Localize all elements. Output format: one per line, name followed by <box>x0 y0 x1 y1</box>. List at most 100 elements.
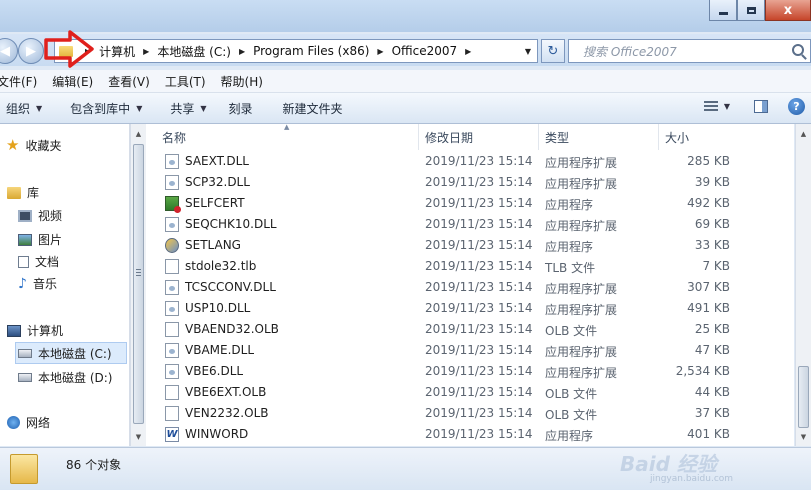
refresh-button[interactable]: ↻ <box>541 39 565 63</box>
file-type: OLB 文件 <box>545 324 598 338</box>
column-header-size[interactable]: 大小 <box>659 124 779 150</box>
help-icon[interactable]: ? <box>788 98 805 115</box>
scroll-down-icon[interactable]: ▼ <box>796 429 811 445</box>
minimize-icon <box>718 11 728 15</box>
search-input[interactable]: 搜索 Office2007 <box>568 39 811 63</box>
file-row[interactable]: USP10.DLL 2019/11/23 15:14 应用程序扩展 491 KB <box>146 298 794 319</box>
organize-button[interactable]: 组织 ▼ <box>6 100 42 117</box>
include-in-library-button[interactable]: 包含到库中 ▼ <box>70 100 142 117</box>
scroll-up-icon[interactable]: ▲ <box>796 126 811 142</box>
navigation-pane: ★ 收藏夹 库 视频 图片 文档 ♪ 音乐 计算机 本地磁盘 (C:) 本地磁盘 (… <box>0 124 130 446</box>
file-date: 2019/11/23 15:14 <box>425 238 533 252</box>
column-date-label: 修改日期 <box>425 130 474 145</box>
minimize-button[interactable] <box>709 0 737 21</box>
breadcrumb-program-files[interactable]: Program Files (x86) <box>253 44 369 58</box>
file-size: 44 KB <box>694 385 730 399</box>
dll-icon <box>165 343 179 358</box>
menu-file[interactable]: 文件(F) <box>0 73 37 90</box>
address-bar[interactable]: ▶ 计算机 ▶ 本地磁盘 (C:) ▶ Program Files (x86) … <box>54 39 538 63</box>
menu-view[interactable]: 查看(V) <box>108 73 150 90</box>
breadcrumb-drive-c[interactable]: 本地磁盘 (C:) <box>157 43 231 60</box>
menu-bar: 文件(F) 编辑(E) 查看(V) 工具(T) 帮助(H) <box>0 70 811 93</box>
close-icon: x <box>783 2 793 18</box>
nav-libraries[interactable]: 库 <box>7 184 39 201</box>
file-type: 应用程序扩展 <box>545 156 618 170</box>
view-options-icon[interactable] <box>703 100 718 113</box>
file-row[interactable]: VEN2232.OLB 2019/11/23 15:14 OLB 文件 37 KB <box>146 403 794 424</box>
maximize-button[interactable] <box>737 0 765 21</box>
file-row[interactable]: SELFCERT 2019/11/23 15:14 应用程序 492 KB <box>146 193 794 214</box>
file-list-scrollbar[interactable]: ▲ ▼ <box>795 124 811 446</box>
chevron-down-icon: ▼ <box>136 103 143 113</box>
menu-tools[interactable]: 工具(T) <box>165 73 206 90</box>
file-row[interactable]: SEQCHK10.DLL 2019/11/23 15:14 应用程序扩展 69 KB <box>146 214 794 235</box>
chevron-down-icon[interactable]: ▼ <box>724 102 730 111</box>
close-button[interactable]: x <box>765 0 811 21</box>
scroll-up-icon[interactable]: ▲ <box>131 126 146 142</box>
column-header-type[interactable]: 类型 <box>539 124 659 150</box>
nav-drive-d[interactable]: 本地磁盘 (D:) <box>18 369 112 386</box>
file-row[interactable]: VBAME.DLL 2019/11/23 15:14 应用程序扩展 47 KB <box>146 340 794 361</box>
file-row[interactable]: VBAEND32.OLB 2019/11/23 15:14 OLB 文件 25 KB <box>146 319 794 340</box>
nav-documents[interactable]: 文档 <box>18 253 59 270</box>
maximize-icon <box>746 6 756 14</box>
new-folder-label: 新建文件夹 <box>282 101 343 116</box>
nav-music[interactable]: ♪ 音乐 <box>18 275 57 292</box>
chevron-right-icon[interactable]: ▶ <box>465 47 471 56</box>
library-icon <box>7 186 21 199</box>
music-icon: ♪ <box>18 275 27 292</box>
file-size: 69 KB <box>694 217 730 231</box>
file-type: 应用程序扩展 <box>545 345 618 359</box>
file-size: 401 KB <box>687 427 730 441</box>
file-row[interactable]: SAEXT.DLL 2019/11/23 15:14 应用程序扩展 285 KB <box>146 151 794 172</box>
chevron-down-icon: ▼ <box>524 46 532 56</box>
file-row[interactable]: stdole32.tlb 2019/11/23 15:14 TLB 文件 7 KB <box>146 256 794 277</box>
navigation-bar: ◀ ▶ ▶ 计算机 ▶ 本地磁盘 (C:) ▶ Program Files (x… <box>0 34 811 66</box>
nav-favorites[interactable]: ★ 收藏夹 <box>6 137 61 154</box>
column-header-date[interactable]: 修改日期 <box>419 124 539 150</box>
file-row[interactable]: SCP32.DLL 2019/11/23 15:14 应用程序扩展 39 KB <box>146 172 794 193</box>
nav-computer[interactable]: 计算机 <box>7 322 63 339</box>
file-date: 2019/11/23 15:14 <box>425 385 533 399</box>
new-folder-button[interactable]: 新建文件夹 <box>283 100 343 117</box>
preview-pane-icon[interactable] <box>754 100 768 113</box>
chevron-right-icon[interactable]: ▶ <box>143 47 149 56</box>
file-type: 应用程序扩展 <box>545 219 618 233</box>
menu-help[interactable]: 帮助(H) <box>221 73 263 90</box>
search-icon[interactable] <box>792 44 804 56</box>
navigation-scrollbar[interactable]: ▲ ▼ <box>130 124 146 446</box>
file-row[interactable]: TCSCCONV.DLL 2019/11/23 15:14 应用程序扩展 307 KB <box>146 277 794 298</box>
nav-drive-c[interactable]: 本地磁盘 (C:) <box>15 342 127 364</box>
file-row[interactable]: VBE6EXT.OLB 2019/11/23 15:14 OLB 文件 44 KB <box>146 382 794 403</box>
thumb-grip <box>136 275 141 276</box>
burn-button[interactable]: 刻录 <box>229 100 253 117</box>
nav-pictures[interactable]: 图片 <box>18 231 62 248</box>
scroll-thumb[interactable] <box>798 366 809 428</box>
video-icon <box>18 209 32 222</box>
breadcrumb-office2007[interactable]: Office2007 <box>392 44 458 58</box>
file-date: 2019/11/23 15:14 <box>425 154 533 168</box>
chevron-right-icon[interactable]: ▶ <box>239 47 245 56</box>
forward-button[interactable]: ▶ <box>18 38 44 64</box>
chevron-down-icon: ▼ <box>200 103 207 113</box>
address-history-button[interactable]: ▼ <box>518 39 538 63</box>
share-label: 共享 <box>170 101 195 116</box>
file-name: SETLANG <box>185 238 241 252</box>
nav-videos[interactable]: 视频 <box>18 207 62 224</box>
file-type: TLB 文件 <box>545 261 596 275</box>
breadcrumb-computer[interactable]: 计算机 <box>99 43 135 60</box>
dll-icon <box>165 217 179 232</box>
nav-network[interactable]: 网络 <box>7 414 50 431</box>
file-row[interactable]: SETLANG 2019/11/23 15:14 应用程序 33 KB <box>146 235 794 256</box>
share-button[interactable]: 共享 ▼ <box>170 100 206 117</box>
scroll-thumb[interactable] <box>133 144 144 424</box>
chevron-right-icon[interactable]: ▶ <box>377 47 383 56</box>
file-size: 25 KB <box>694 322 730 336</box>
file-row[interactable]: W WINWORD 2019/11/23 15:14 应用程序 401 KB <box>146 424 794 445</box>
back-button[interactable]: ◀ <box>0 38 18 64</box>
file-type: 应用程序 <box>545 240 594 254</box>
scroll-down-icon[interactable]: ▼ <box>131 429 146 445</box>
file-row[interactable]: VBE6.DLL 2019/11/23 15:14 应用程序扩展 2,534 KB <box>146 361 794 382</box>
menu-edit[interactable]: 编辑(E) <box>52 73 93 90</box>
column-header-name[interactable]: 名称 <box>156 124 419 150</box>
